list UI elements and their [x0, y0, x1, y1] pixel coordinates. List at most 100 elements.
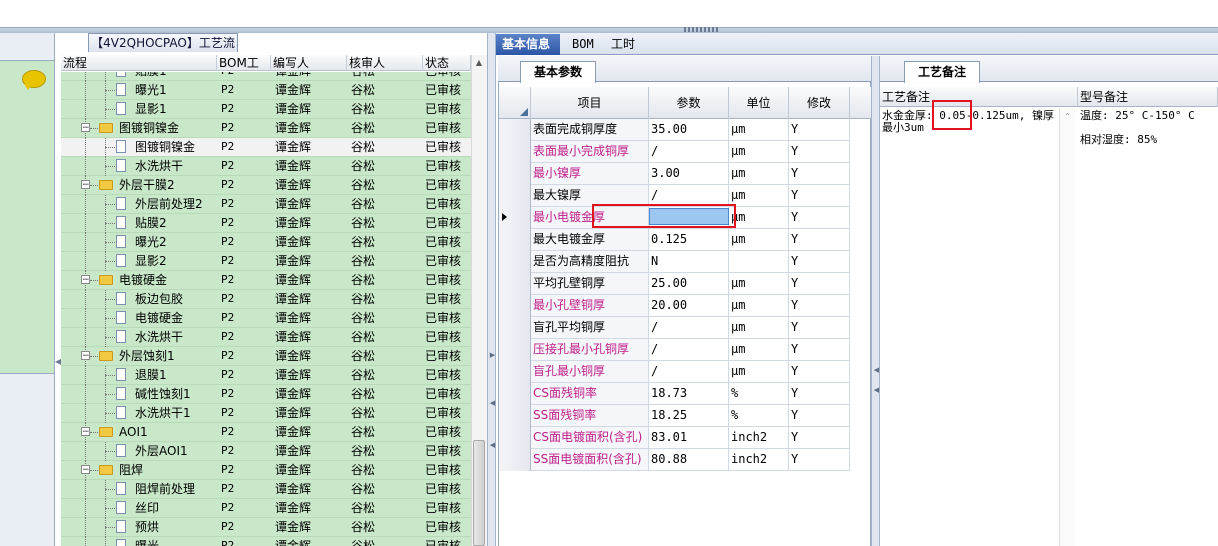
- param-modified[interactable]: Y: [789, 207, 850, 228]
- vertical-splitter-1[interactable]: ▶ ◀ ◀: [487, 33, 496, 546]
- tree-row[interactable]: 曝光1 P2 谭金辉 谷松 已审核: [61, 81, 471, 100]
- collapse-toggle-icon[interactable]: −: [81, 123, 90, 133]
- tab-bom[interactable]: BOM: [566, 34, 602, 55]
- param-modified[interactable]: Y: [789, 273, 850, 294]
- param-modified[interactable]: Y: [789, 185, 850, 206]
- tree-row[interactable]: 预烘 P2 谭金辉 谷松 已审核: [61, 518, 471, 537]
- splitter-arrow-icon[interactable]: ◀: [488, 441, 497, 450]
- param-value[interactable]: 18.25: [649, 405, 729, 426]
- param-unit[interactable]: μm: [729, 339, 789, 360]
- param-value[interactable]: /: [649, 141, 729, 162]
- param-modified[interactable]: Y: [789, 427, 850, 448]
- param-unit[interactable]: μm: [729, 163, 789, 184]
- param-modified[interactable]: Y: [789, 229, 850, 250]
- tab-basic-info[interactable]: 基本信息: [496, 34, 560, 55]
- param-modified[interactable]: Y: [789, 317, 850, 338]
- tree-row[interactable]: 碱性蚀刻1 P2 谭金辉 谷松 已审核: [61, 385, 471, 404]
- col-header-writer[interactable]: 编写人: [271, 55, 347, 71]
- param-value[interactable]: /: [649, 361, 729, 382]
- param-unit[interactable]: μm: [729, 317, 789, 338]
- tree-row[interactable]: − 电镀硬金 P2 谭金辉 谷松 已审核: [61, 271, 471, 290]
- param-value[interactable]: 83.01: [649, 427, 729, 448]
- param-row[interactable]: 最小孔壁铜厚 20.00 μm Y: [531, 295, 850, 317]
- tree-row[interactable]: − 外层蚀刻1 P2 谭金辉 谷松 已审核: [61, 347, 471, 366]
- param-unit[interactable]: μm: [729, 295, 789, 316]
- param-unit[interactable]: μm: [729, 229, 789, 250]
- param-unit[interactable]: μm: [729, 141, 789, 162]
- param-unit[interactable]: μm: [729, 119, 789, 140]
- col-header-unit[interactable]: 单位: [729, 87, 789, 119]
- tab-work-hours[interactable]: 工时: [605, 34, 645, 55]
- param-unit[interactable]: %: [729, 383, 789, 404]
- tree-scroll-thumb[interactable]: [473, 440, 485, 546]
- param-row[interactable]: 盲孔最小铜厚 / μm Y: [531, 361, 850, 383]
- tab-process-note[interactable]: 工艺备注: [904, 61, 980, 83]
- param-modified[interactable]: Y: [789, 449, 850, 470]
- tree-row[interactable]: 丝印 P2 谭金辉 谷松 已审核: [61, 499, 471, 518]
- vertical-splitter-2[interactable]: ◀ ◀: [871, 56, 880, 546]
- tree-row[interactable]: 图镀铜镍金 P2 谭金辉 谷松 已审核: [61, 138, 471, 157]
- tree-row[interactable]: − 图镀铜镍金 P2 谭金辉 谷松 已审核: [61, 119, 471, 138]
- param-row[interactable]: 最大电镀金厚 0.125 μm Y: [531, 229, 850, 251]
- param-row[interactable]: CS面电镀面积(含孔) 83.01 inch2 Y: [531, 427, 850, 449]
- tree-row[interactable]: 水洗烘干1 P2 谭金辉 谷松 已审核: [61, 404, 471, 423]
- param-value[interactable]: 3.00: [649, 163, 729, 184]
- param-modified[interactable]: Y: [789, 339, 850, 360]
- param-modified[interactable]: Y: [789, 361, 850, 382]
- param-unit[interactable]: μm: [729, 273, 789, 294]
- param-row[interactable]: 平均孔壁铜厚 25.00 μm Y: [531, 273, 850, 295]
- tree-row[interactable]: 水洗烘干 P2 谭金辉 谷松 已审核: [61, 157, 471, 176]
- col-header-flow[interactable]: 流程: [61, 55, 217, 71]
- col-header-item[interactable]: 项目: [531, 87, 649, 119]
- param-modified[interactable]: Y: [789, 383, 850, 404]
- param-modified[interactable]: Y: [789, 295, 850, 316]
- param-modified[interactable]: Y: [789, 405, 850, 426]
- param-row[interactable]: SS面残铜率 18.25% Y: [531, 405, 850, 427]
- param-unit[interactable]: μm: [729, 185, 789, 206]
- tree-row[interactable]: − AOI1 P2 谭金辉 谷松 已审核: [61, 423, 471, 442]
- tree-row[interactable]: − 外层干膜2 P2 谭金辉 谷松 已审核: [61, 176, 471, 195]
- param-modified[interactable]: Y: [789, 251, 850, 272]
- param-unit[interactable]: [729, 251, 789, 272]
- param-row[interactable]: 表面完成铜厚度 35.00 μm Y: [531, 119, 850, 141]
- param-value[interactable]: /: [649, 185, 729, 206]
- param-value[interactable]: 25.00: [649, 273, 729, 294]
- param-row[interactable]: 盲孔平均铜厚 / μm Y: [531, 317, 850, 339]
- param-value[interactable]: 35.00: [649, 119, 729, 140]
- tree-row[interactable]: 显影2 P2 谭金辉 谷松 已审核: [61, 252, 471, 271]
- param-row[interactable]: 最小镍厚 3.00 μm Y: [531, 163, 850, 185]
- param-value[interactable]: 20.00: [649, 295, 729, 316]
- tree-row[interactable]: 贴膜1 P2 谭金辉 谷松 已审核: [61, 72, 471, 81]
- param-value[interactable]: 18.73: [649, 383, 729, 404]
- splitter-arrow-icon[interactable]: ▶: [488, 351, 497, 360]
- process-tree-title-tab[interactable]: 【4V2QHOCPAO】工艺流程: [88, 33, 238, 68]
- splitter-arrow-icon[interactable]: ◀: [488, 399, 497, 408]
- col-header-reviewer[interactable]: 核审人: [347, 55, 423, 71]
- param-row[interactable]: CS面残铜率 18.73% Y: [531, 383, 850, 405]
- param-unit[interactable]: μm: [729, 361, 789, 382]
- param-unit[interactable]: inch2: [729, 427, 789, 448]
- tree-row[interactable]: 外层AOI1 P2 谭金辉 谷松 已审核: [61, 442, 471, 461]
- col-header-bom-factory[interactable]: BOM工厂: [217, 55, 271, 86]
- param-value[interactable]: N: [649, 251, 729, 272]
- tree-row[interactable]: 退膜1 P2 谭金辉 谷松 已审核: [61, 366, 471, 385]
- collapse-toggle-icon[interactable]: −: [81, 351, 90, 361]
- param-value[interactable]: 80.88: [649, 449, 729, 470]
- param-value[interactable]: /: [649, 317, 729, 338]
- tree-row[interactable]: 显影1 P2 谭金辉 谷松 已审核: [61, 100, 471, 119]
- tree-row[interactable]: 曝光2 P2 谭金辉 谷松 已审核: [61, 233, 471, 252]
- param-value[interactable]: /: [649, 339, 729, 360]
- tree-row[interactable]: 板边包胶 P2 谭金辉 谷松 已审核: [61, 290, 471, 309]
- collapse-toggle-icon[interactable]: −: [81, 275, 90, 285]
- tab-basic-params[interactable]: 基本参数: [520, 61, 596, 83]
- tree-row[interactable]: 水洗烘干 P2 谭金辉 谷松 已审核: [61, 328, 471, 347]
- param-modified[interactable]: Y: [789, 163, 850, 184]
- param-unit[interactable]: %: [729, 405, 789, 426]
- param-modified[interactable]: Y: [789, 141, 850, 162]
- splitter-grip-icon[interactable]: [684, 27, 720, 32]
- tree-row[interactable]: 曝光 P2 谭金辉 谷松 已审核: [61, 537, 471, 546]
- col-header-param[interactable]: 参数: [649, 87, 729, 119]
- tree-row[interactable]: 阻焊前处理 P2 谭金辉 谷松 已审核: [61, 480, 471, 499]
- collapse-toggle-icon[interactable]: −: [81, 465, 90, 475]
- collapse-toggle-icon[interactable]: −: [81, 427, 90, 437]
